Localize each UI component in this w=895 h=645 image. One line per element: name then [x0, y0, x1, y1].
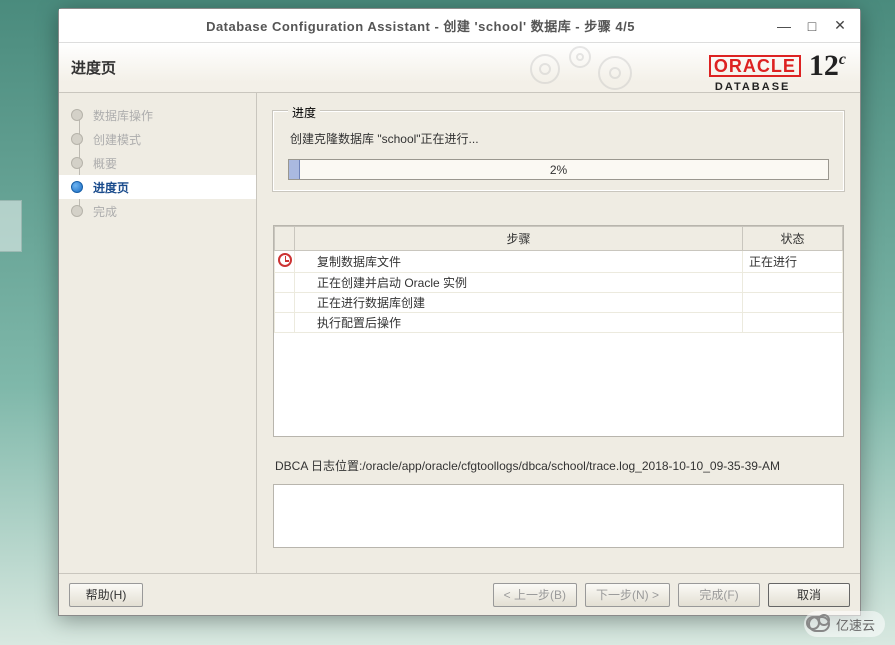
sidebar-item-create-mode: 创建模式 [59, 127, 256, 151]
status-icon-cell [275, 293, 295, 313]
sidebar-item-db-operation: 数据库操作 [59, 103, 256, 127]
progress-percent-text: 2% [289, 160, 828, 179]
table-header-step: 步骤 [295, 227, 743, 251]
maximize-button[interactable]: □ [798, 15, 826, 37]
help-button[interactable]: 帮助(H) [69, 583, 143, 607]
main-window: Database Configuration Assistant - 创建 's… [58, 8, 861, 616]
close-button[interactable]: ✕ [826, 15, 854, 37]
wizard-sidebar: 数据库操作 创建模式 概要 进度页 完成 [59, 93, 257, 573]
progress-message: 创建克隆数据库 "school"正在进行... [290, 130, 827, 147]
finish-button[interactable]: 完成(F) [678, 583, 760, 607]
step-cell: 正在进行数据库创建 [295, 293, 743, 313]
cloud-icon [808, 616, 830, 632]
steps-table: 步骤 状态 复制数据库文件 正在进行 正在创建并启动 Oracle 实例 [273, 225, 844, 437]
gear-decoration-icon [520, 43, 660, 93]
watermark-text: 亿速云 [836, 615, 875, 634]
step-dot-icon [71, 157, 83, 169]
progress-group: 进度 创建克隆数据库 "school"正在进行... 2% [273, 111, 844, 191]
next-button[interactable]: 下一步(N) > [585, 583, 670, 607]
footer-bar: 帮助(H) < 上一步(B) 下一步(N) > 完成(F) 取消 [59, 573, 860, 615]
step-dot-icon [71, 205, 83, 217]
desktop-background-item [0, 200, 22, 252]
log-output-box[interactable] [273, 484, 844, 548]
log-location-text: DBCA 日志位置:/oracle/app/oracle/cfgtoollogs… [273, 457, 844, 474]
step-label: 进度页 [93, 179, 129, 196]
progress-bar: 2% [288, 159, 829, 180]
status-cell [743, 313, 843, 333]
watermark: 亿速云 [804, 611, 885, 637]
content-body: 数据库操作 创建模式 概要 进度页 完成 进度 创建克隆数据库 "s [59, 93, 860, 573]
window-title: Database Configuration Assistant - 创建 's… [71, 16, 770, 35]
back-button[interactable]: < 上一步(B) [493, 583, 577, 607]
step-label: 创建模式 [93, 131, 141, 148]
sidebar-item-summary: 概要 [59, 151, 256, 175]
oracle-logo: ORACLE 12c DATABASE [709, 49, 846, 93]
titlebar[interactable]: Database Configuration Assistant - 创建 's… [59, 9, 860, 43]
step-label: 完成 [93, 203, 117, 220]
status-cell: 正在进行 [743, 251, 843, 273]
step-label: 数据库操作 [93, 107, 153, 124]
page-title: 进度页 [71, 57, 116, 78]
table-header-icon [275, 227, 295, 251]
product-subtitle: DATABASE [715, 81, 790, 93]
minimize-button[interactable]: — [770, 15, 798, 37]
status-icon-cell [275, 251, 295, 273]
title-buttons: — □ ✕ [770, 15, 854, 37]
table-row: 执行配置后操作 [275, 313, 843, 333]
step-dot-icon [71, 109, 83, 121]
sidebar-item-finish: 完成 [59, 199, 256, 223]
brand-text: ORACLE [709, 55, 801, 77]
step-cell: 正在创建并启动 Oracle 实例 [295, 273, 743, 293]
step-cell: 复制数据库文件 [295, 251, 743, 273]
step-cell: 执行配置后操作 [295, 313, 743, 333]
table-row: 正在创建并启动 Oracle 实例 [275, 273, 843, 293]
step-label: 概要 [93, 155, 117, 172]
clock-icon [278, 253, 292, 267]
step-dot-icon [71, 133, 83, 145]
status-cell [743, 273, 843, 293]
status-icon-cell [275, 313, 295, 333]
table-row: 复制数据库文件 正在进行 [275, 251, 843, 273]
status-cell [743, 293, 843, 313]
step-dot-icon [71, 181, 83, 193]
table-header-status: 状态 [743, 227, 843, 251]
main-panel: 进度 创建克隆数据库 "school"正在进行... 2% 步骤 状态 [257, 93, 860, 573]
page-header: 进度页 ORACLE 12c DATABASE [59, 43, 860, 93]
table-row: 正在进行数据库创建 [275, 293, 843, 313]
progress-group-label: 进度 [288, 104, 320, 121]
cancel-button[interactable]: 取消 [768, 583, 850, 607]
sidebar-item-progress: 进度页 [59, 175, 256, 199]
version-text: 12c [809, 49, 846, 83]
status-icon-cell [275, 273, 295, 293]
